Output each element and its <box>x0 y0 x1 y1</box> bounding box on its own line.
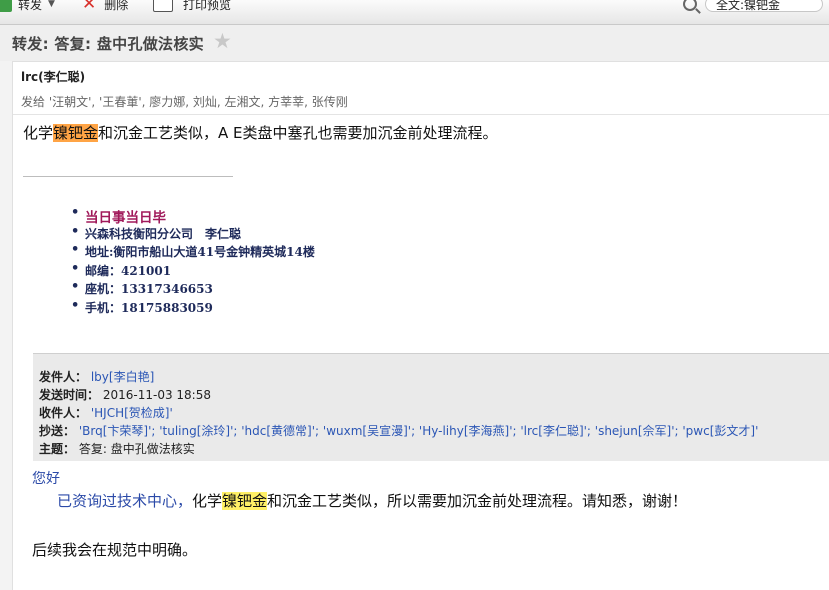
signature-motto: 当日事当日毕 <box>71 205 315 226</box>
printer-icon <box>153 0 173 12</box>
quoted-cc-label: 抄送： <box>39 424 76 438</box>
print-preview-button[interactable]: 打印预览 <box>153 0 231 14</box>
search-box: 全文:镍钯金 <box>683 0 823 13</box>
search-input[interactable]: 全文:镍钯金 <box>705 0 823 12</box>
subject-bar: 转发: 答复: 盘中孔做法核实 ★ <box>0 25 829 61</box>
sender-name[interactable]: lrc(李仁聪) <box>21 68 85 85</box>
email-subject: 转发: 答复: 盘中孔做法核实 <box>12 35 204 53</box>
quoted-to-value[interactable]: 'HJCH[贺检成]' <box>91 406 173 420</box>
search-highlight: 镍钯金 <box>222 492 268 510</box>
quoted-body-line: 已资询过技术中心，化学镍钯金和沉金工艺类似，所以需要加沉金前处理流程。请知悉，谢… <box>57 490 687 511</box>
quoted-from-label: 发件人： <box>39 370 88 384</box>
signature-divider <box>23 176 233 177</box>
delete-label: 删除 <box>104 0 129 12</box>
recipients-line: 发给 '汪朝文', '王春莗', 廖力娜, 刘灿, 左湘文, 方莘莘, 张传刚 <box>21 95 348 109</box>
quoted-subject-row: 主题： 答复: 盘中孔做法核实 <box>39 440 195 457</box>
quoted-cc-value[interactable]: 'Brq[卞荣琴]'; 'tuling[涂玲]'; 'hdc[黄德常]'; 'w… <box>79 424 759 438</box>
toolbar: 转发 ▼ ✕ 删除 打印预览 全文:镍钯金 <box>0 0 829 25</box>
message-panel: lrc(李仁聪) 发给 '汪朝文', '王春莗', 廖力娜, 刘灿, 左湘文, … <box>12 61 829 590</box>
forward-icon <box>0 0 12 12</box>
signature-postcode: 邮编：421001 <box>71 261 315 281</box>
quoted-closing: 后续我会在规范中明确。 <box>32 541 198 559</box>
quoted-sent-label: 发送时间： <box>39 388 100 402</box>
quoted-from-row: 发件人： lby[李白艳] <box>39 368 154 385</box>
message-body-line: 化学镍钯金和沉金工艺类似，A E类盘中塞孔也需要加沉金前处理流程。 <box>23 122 498 143</box>
chevron-down-icon[interactable]: ▼ <box>48 0 55 9</box>
forward-button[interactable]: 转发 ▼ <box>0 0 55 14</box>
body-text: 和沉金工艺类似，A E类盘中塞孔也需要加沉金前处理流程。 <box>98 124 498 142</box>
search-icon[interactable] <box>683 0 697 11</box>
signature-company: 兴森科技衡阳分公司 李仁聪 <box>71 224 315 244</box>
delete-button[interactable]: ✕ 删除 <box>82 0 128 14</box>
body-text: 化学 <box>23 124 54 142</box>
signature-landline: 座机：13317346653 <box>71 279 315 299</box>
star-icon[interactable]: ★ <box>213 29 232 53</box>
signature-mobile: 手机：18175883059 <box>71 298 315 318</box>
quoted-subject-label: 主题： <box>39 442 76 456</box>
quoted-body-text: 和沉金工艺类似，所以需要加沉金前处理流程。请知悉，谢谢！ <box>267 492 688 510</box>
quoted-sent-value: 2016-11-03 18:58 <box>102 388 211 402</box>
delete-icon: ✕ <box>82 0 97 14</box>
print-preview-label: 打印预览 <box>183 0 232 12</box>
signature-address: 地址:衡阳市船山大道41号金钟精英城14楼 <box>71 242 315 262</box>
signature-list: 当日事当日毕 兴森科技衡阳分公司 李仁聪 地址:衡阳市船山大道41号金钟精英城1… <box>71 205 315 318</box>
quoted-from-value[interactable]: lby[李白艳] <box>91 370 154 384</box>
quoted-sent-row: 发送时间： 2016-11-03 18:58 <box>39 386 211 403</box>
header-divider <box>13 114 829 115</box>
quoted-to-row: 收件人： 'HJCH[贺检成]' <box>39 404 173 421</box>
quoted-subject-value: 答复: 盘中孔做法核实 <box>78 442 195 456</box>
quoted-to-label: 收件人： <box>39 406 88 420</box>
quoted-greeting: 您好 <box>32 471 60 487</box>
forward-label: 转发 <box>18 0 43 12</box>
quoted-cc-row: 抄送： 'Brq[卞荣琴]'; 'tuling[涂玲]'; 'hdc[黄德常]'… <box>39 422 758 439</box>
quoted-body-text: 化学 <box>192 492 223 510</box>
quoted-header: 发件人： lby[李白艳] 发送时间： 2016-11-03 18:58 收件人… <box>33 353 829 461</box>
search-highlight: 镍钯金 <box>53 124 99 142</box>
quoted-body-text: 已资询过技术中心， <box>57 492 193 510</box>
